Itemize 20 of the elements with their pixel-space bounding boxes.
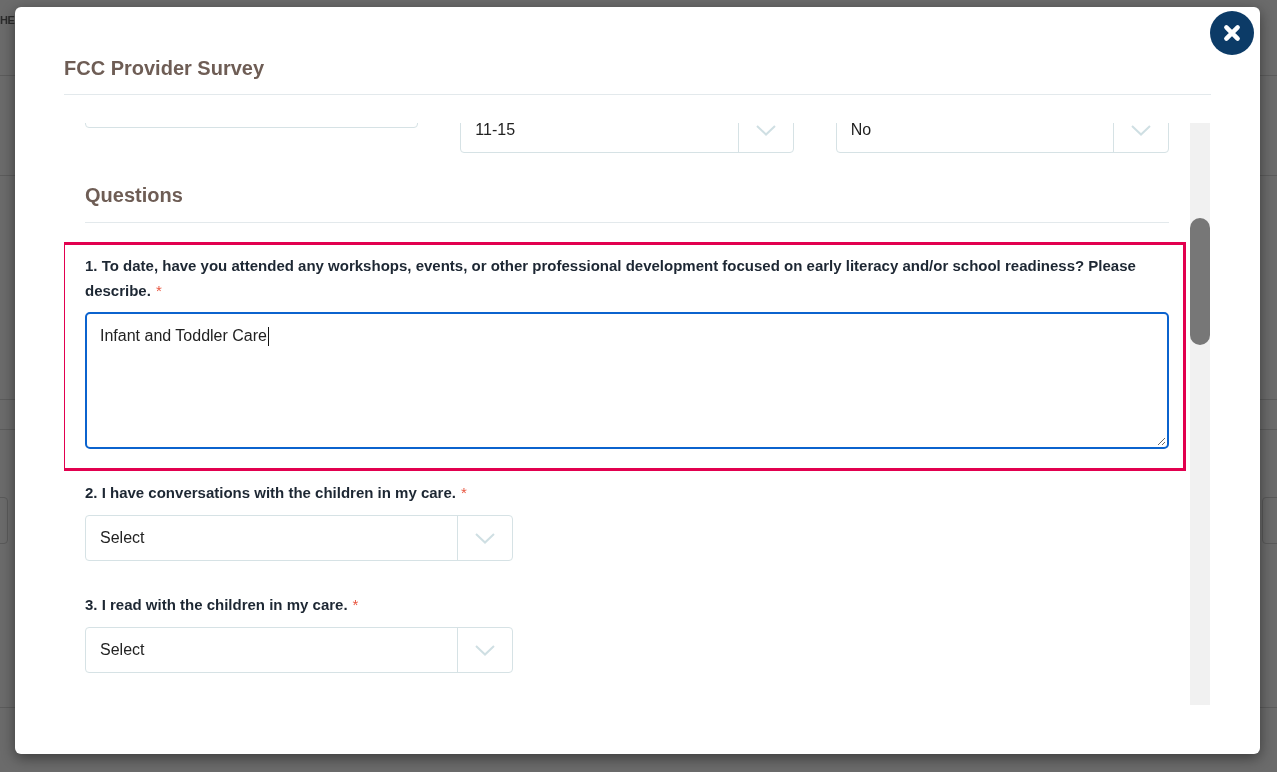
- close-button[interactable]: [1210, 11, 1254, 55]
- text-area[interactable]: Infant and Toddler Care: [85, 312, 1169, 449]
- chevron-down-icon: [755, 124, 776, 136]
- section-heading: Questions: [85, 181, 1169, 223]
- dropdown[interactable]: 11-15: [460, 123, 794, 153]
- page-heading: HE: [0, 13, 15, 27]
- dropdown[interactable]: Select: [85, 627, 513, 673]
- chevron-down-icon: [1131, 124, 1151, 136]
- dialog-title: FCC Provider Survey: [64, 56, 266, 81]
- dropdown[interactable]: No: [835, 123, 1169, 153]
- text-cursor-icon: [267, 327, 269, 347]
- question-label: 1. To date, have you attended any workshops, events, or other professional development focused on early literacy and/or school readiness? Please describe. *: [85, 256, 1137, 301]
- question-label: 3. I read with the children in my care. *: [85, 595, 359, 615]
- question-label: 2. I have conversations with the children in my care. *: [85, 483, 467, 503]
- resize-handle-icon[interactable]: [1156, 436, 1166, 446]
- chevron-down-icon: [475, 532, 495, 544]
- chevron-down-icon: [475, 644, 495, 656]
- dropdown[interactable]: Select: [85, 515, 513, 561]
- close-icon: [1223, 24, 1241, 42]
- scrollbar-thumb[interactable]: [1190, 218, 1210, 345]
